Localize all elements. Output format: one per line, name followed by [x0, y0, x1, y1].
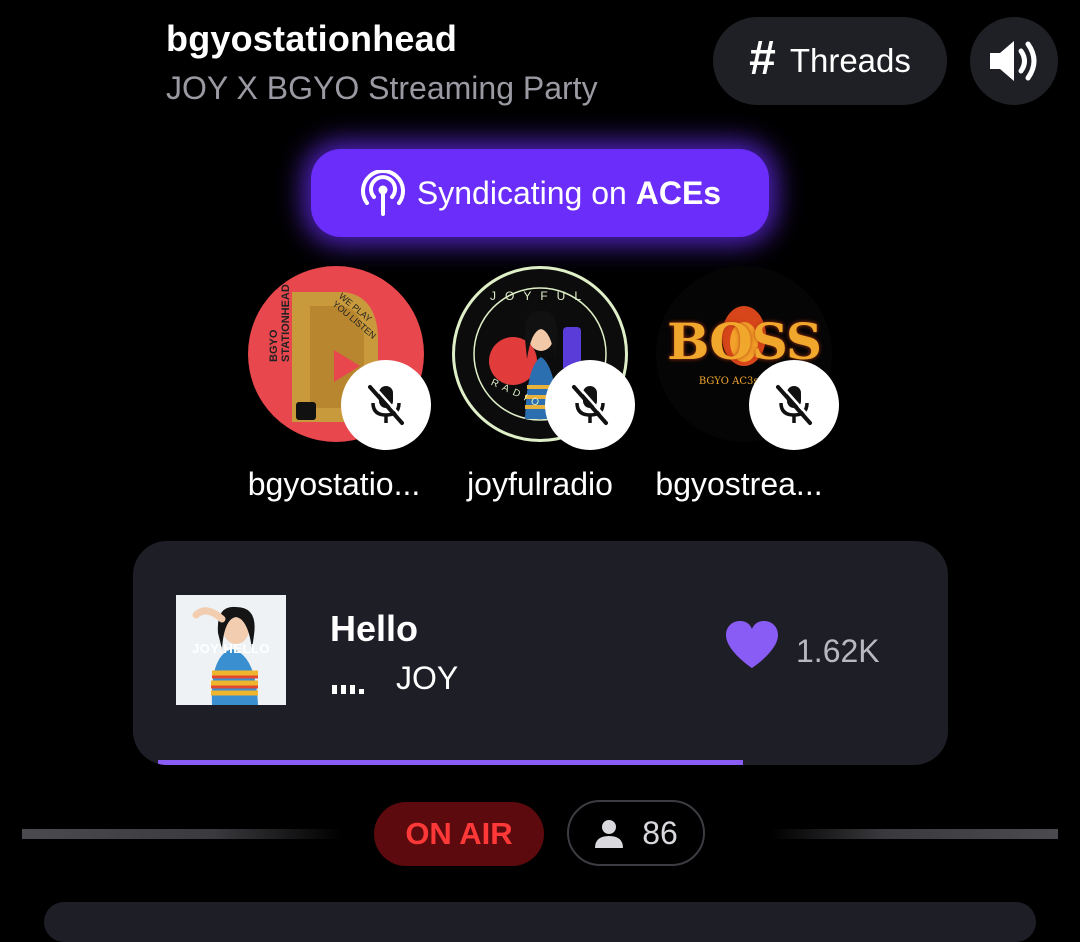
mic-muted-icon	[776, 384, 814, 425]
host-label-bgyostreaming: bgyostrea...	[655, 466, 823, 502]
speaker-icon	[990, 41, 1037, 81]
mic-muted-icon	[572, 384, 610, 425]
avatar-text: BGYO STATIONHEAD	[268, 284, 292, 362]
syndicating-text: Syndicating on ACEs	[416, 174, 722, 211]
mic-muted-indicator	[341, 360, 431, 450]
syndicate-target: ACEs	[635, 174, 722, 211]
like-button[interactable]	[724, 620, 780, 675]
station-name: bgyostationhead	[166, 18, 458, 59]
progress-bar[interactable]	[158, 760, 918, 765]
person-icon	[595, 820, 624, 848]
host-label-bgyostationhead: bgyostatio...	[247, 466, 421, 502]
equalizer-icon	[332, 678, 364, 694]
broadcast-icon	[360, 170, 405, 216]
mic-muted-indicator	[749, 360, 839, 450]
progress-fill	[158, 760, 744, 765]
listener-count: 86	[642, 814, 678, 851]
hash-icon: #	[749, 32, 776, 85]
mic-muted-indicator	[545, 360, 635, 450]
now-playing-card[interactable]: JOY:HELLO Hello JOY 1.62K	[133, 541, 948, 765]
on-air-badge: ON AIR	[374, 802, 544, 866]
listener-count-button[interactable]: 86	[567, 800, 705, 866]
station-subtitle: JOY X BGYO Streaming Party	[166, 70, 598, 106]
divider-left	[22, 829, 342, 839]
bottom-panel	[44, 902, 1036, 942]
host-label-joyfulradio: joyfulradio	[467, 466, 613, 502]
divider-right	[770, 829, 1058, 839]
album-art-text: JOY:HELLO	[192, 641, 270, 656]
track-artist: JOY	[396, 660, 459, 696]
threads-button[interactable]: # Threads	[713, 17, 947, 105]
mic-muted-icon	[368, 384, 406, 425]
avatar-text: JOYFUL	[489, 289, 590, 303]
like-count: 1.62K	[796, 633, 880, 669]
album-art: JOY:HELLO	[176, 595, 286, 705]
heart-icon	[726, 621, 778, 668]
volume-button[interactable]	[970, 17, 1058, 105]
track-title: Hello	[330, 608, 419, 649]
threads-label: Threads	[789, 42, 911, 79]
syndicating-button[interactable]: Syndicating on ACEs	[311, 149, 769, 237]
